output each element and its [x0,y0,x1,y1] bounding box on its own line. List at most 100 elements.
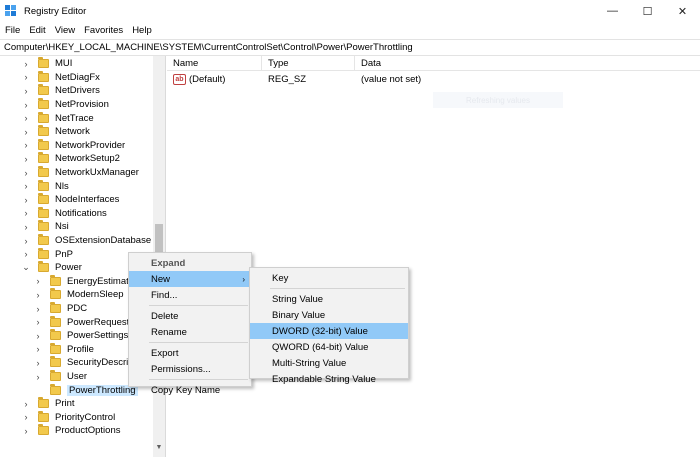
menu-item[interactable]: Expandable String Value [250,371,408,387]
folder-icon [38,206,49,218]
chevron-right-icon[interactable]: › [33,276,43,286]
chevron-right-icon[interactable]: › [21,208,31,218]
tree-item[interactable]: › EnergyEstimation [33,274,141,289]
menu-item[interactable]: Binary Value [250,307,408,323]
chevron-right-icon[interactable]: › [21,412,31,422]
menu-view[interactable]: View [55,25,75,36]
tree-item[interactable]: PowerThrottling [33,383,138,397]
context-menu: Expand New › Find... Delete Rename Export Permi… [128,252,252,396]
chevron-right-icon[interactable]: › [21,168,31,178]
menu-item[interactable]: QWORD (64-bit) Value [250,339,408,355]
tree-item[interactable]: › PnP [21,247,73,261]
chevron-right-icon[interactable]: › [21,195,31,205]
chevron-right-icon[interactable]: › [33,358,43,368]
tree-item[interactable]: › NetDrivers [21,84,100,98]
tree-item[interactable]: › User [33,370,87,384]
chevron-right-icon[interactable]: › [33,331,43,341]
menu-item-label: String Value [272,293,324,305]
chevron-right-icon[interactable]: › [21,140,31,150]
chevron-right-icon[interactable]: › [21,113,31,123]
tree-item-label: NetProvision [55,99,109,111]
column-type[interactable]: Type [262,56,355,71]
menu-item[interactable]: Find... [129,287,251,303]
menu-item[interactable]: Copy Key Name [129,382,251,398]
tree-item[interactable]: › PowerSettings [33,329,128,343]
chevron-right-icon[interactable]: › [21,59,31,69]
menu-item[interactable]: Expand [129,255,251,271]
tree-item-label: Network [55,126,90,138]
chevron-down-icon[interactable]: ⌄ [21,262,31,273]
chevron-right-icon[interactable]: › [21,154,31,164]
tree-item[interactable]: › OSExtensionDatabase [21,234,151,248]
minimize-icon[interactable]: — [595,0,630,22]
chevron-right-icon[interactable]: › [21,249,31,259]
menu-item[interactable]: Key [250,270,408,286]
chevron-right-icon[interactable]: › [21,127,31,137]
tree-item-label: NetDiagFx [55,71,100,83]
menu-file[interactable]: File [5,25,20,36]
chevron-right-icon[interactable]: › [21,399,31,409]
menu-item[interactable]: New › [129,271,251,287]
chevron-right-icon[interactable]: › [21,100,31,110]
value-name: (Default) [189,74,226,85]
folder-icon [50,383,61,395]
tree-item[interactable]: › PDC [33,302,87,316]
tree-item[interactable]: › NodeInterfaces [21,193,119,207]
chevron-right-icon[interactable]: › [21,426,31,436]
tree-item[interactable]: › PowerRequestOv [33,315,141,329]
menu-item[interactable]: Export [129,345,251,361]
value-name-cell: ab (Default) [173,72,225,87]
tree-item[interactable]: › NetDiagFx [21,70,100,85]
tree-item[interactable]: ⌄ Power [21,261,82,275]
menu-item[interactable]: String Value [250,291,408,307]
tree-item-label: Nsi [55,221,69,233]
chevron-right-icon[interactable]: › [21,86,31,96]
tree-item[interactable]: › PriorityControl [21,410,115,425]
tree-item[interactable]: › NetTrace [21,111,94,125]
chevron-right-icon[interactable]: › [33,372,43,382]
chevron-right-icon[interactable]: › [21,181,31,191]
chevron-right-icon[interactable]: › [33,290,43,300]
tree-item[interactable]: › SecurityDescripto [33,356,141,370]
tree-item[interactable]: › Network [21,125,90,139]
tree-item[interactable]: › MUI [21,57,72,71]
chevron-right-icon[interactable]: › [21,236,31,246]
tree-item[interactable]: › Notifications [21,206,107,221]
menu-item[interactable]: Delete [129,308,251,324]
column-data[interactable]: Data [355,56,555,71]
tree-item[interactable]: › NetProvision [21,98,109,112]
tree-item-label: NodeInterfaces [55,194,120,206]
menu-item[interactable]: Multi-String Value [250,355,408,371]
menu-help[interactable]: Help [132,25,152,36]
menu-item[interactable]: DWORD (32-bit) Value [250,323,408,339]
tree-item[interactable]: › Profile [33,342,94,357]
tree-item[interactable]: › Nls [21,179,69,193]
value-type: REG_SZ [268,74,307,85]
close-icon[interactable]: ✕ [665,0,700,22]
menu-item[interactable]: Rename [129,324,251,340]
tree-item[interactable]: › ModernSleep [33,288,124,302]
chevron-right-icon[interactable]: › [33,304,43,314]
tree-item[interactable]: › Nsi [21,220,69,234]
chevron-right-icon[interactable]: › [21,222,31,232]
folder-icon [50,274,61,286]
menu-favorites[interactable]: Favorites [84,25,123,36]
chevron-right-icon[interactable]: › [33,344,43,354]
address-bar[interactable]: Computer\HKEY_LOCAL_MACHINE\SYSTEM\Curre… [0,39,700,56]
tree-item[interactable]: › NetworkSetup2 [21,152,120,166]
tree-item[interactable]: › Print [21,397,75,411]
folder-icon [38,84,49,96]
tree-item-label: NetTrace [55,112,94,124]
column-name[interactable]: Name [167,56,262,71]
menu-edit[interactable]: Edit [29,25,45,36]
scroll-down-arrow-icon[interactable]: ▼ [153,444,165,451]
value-row[interactable]: ab (Default) REG_SZ (value not set) [167,72,700,87]
menu-item[interactable]: Permissions... [129,361,251,377]
chevron-right-icon[interactable]: › [21,72,31,82]
registry-editor-icon [5,5,17,17]
tree-item[interactable]: › ProductOptions [21,424,120,438]
chevron-right-icon[interactable]: › [33,317,43,327]
tree-item[interactable]: › NetworkProvider [21,138,125,153]
maximize-icon[interactable]: ☐ [630,0,665,22]
tree-item[interactable]: › NetworkUxManager [21,166,139,180]
